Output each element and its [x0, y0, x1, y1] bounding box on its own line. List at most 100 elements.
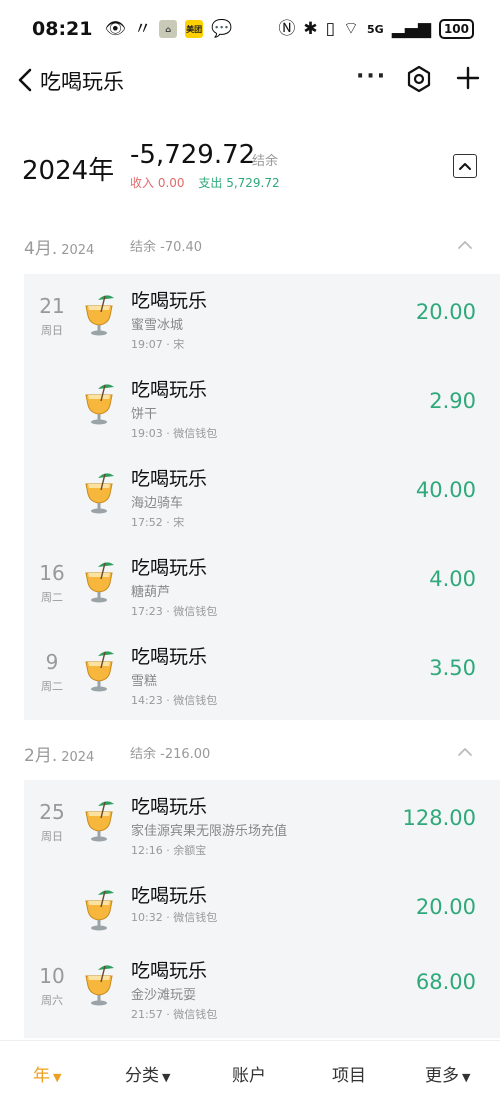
tab-year[interactable]: 年 ▼ — [33, 1061, 61, 1086]
tx-meta: 19:07 · 宋 — [131, 338, 185, 351]
tx-weekday: 周二 — [41, 591, 63, 604]
transaction-row[interactable]: 吃喝玩乐 海边骑车 17:52 · 宋 40.00 — [24, 464, 500, 552]
tx-amount: 2.90 — [429, 389, 476, 413]
income-total: 收入 0.00 — [130, 176, 185, 190]
tx-day: 16 — [39, 561, 65, 585]
expense-total: 支出 5,729.72 — [198, 176, 280, 190]
transaction-list-april: 21 周日 吃喝玩乐 蜜雪冰城 19:07 · 宋 20.00 吃喝玩乐 饼干 … — [24, 274, 500, 720]
year-balance: -5,729.72 — [130, 140, 256, 170]
transaction-row[interactable]: 21 周日 吃喝玩乐 蜜雪冰城 19:07 · 宋 20.00 — [24, 286, 500, 374]
tx-note: 蜜雪冰城 — [131, 318, 184, 333]
tx-meta: 14:23 · 微信钱包 — [131, 694, 218, 707]
bluetooth-icon: ✱ — [303, 18, 318, 39]
year-label: 2024年 — [22, 156, 115, 186]
status-bar: 08:21 👁 〃 ⌂ 美团 💬 Ⓝ ✱ ▯ ⌔ 5G ▂▄▆ 100 — [0, 0, 500, 58]
tab-project[interactable]: 项目 — [332, 1061, 366, 1086]
tx-amount: 4.00 — [429, 567, 476, 591]
cocktail-icon — [85, 801, 114, 842]
tx-meta: 17:52 · 宋 — [131, 516, 185, 529]
tx-amount: 68.00 — [415, 970, 476, 994]
tx-category: 吃喝玩乐 — [131, 379, 208, 401]
tx-amount: 20.00 — [415, 300, 476, 324]
tx-meta: 12:16 · 余额宝 — [131, 844, 207, 857]
wechat-icon: 💬 — [211, 18, 233, 39]
tx-category: 吃喝玩乐 — [131, 290, 208, 312]
tx-amount: 3.50 — [429, 656, 476, 680]
caret-down-icon: ▼ — [162, 1071, 171, 1084]
tx-day: 9 — [45, 650, 59, 674]
status-notification-icons: 👁 〃 ⌂ 美团 💬 — [104, 20, 232, 38]
tx-amount: 128.00 — [402, 806, 476, 830]
tx-category: 吃喝玩乐 — [131, 960, 208, 982]
nfc-icon: Ⓝ — [278, 18, 296, 39]
cocktail-icon — [85, 473, 114, 514]
tx-day: 21 — [39, 294, 65, 318]
income-expense-line: 收入 0.00 支出 5,729.72 — [130, 174, 280, 191]
tx-day: 10 — [39, 964, 65, 988]
tx-category: 吃喝玩乐 — [131, 796, 208, 818]
month-header-april[interactable]: 4月. 2024 结余 -70.40 — [0, 228, 500, 262]
month-balance: 结余 -70.40 — [130, 240, 203, 255]
tx-meta: 17:23 · 微信钱包 — [131, 605, 218, 618]
tx-category: 吃喝玩乐 — [131, 468, 208, 490]
tx-weekday: 周六 — [41, 994, 63, 1007]
signal-icon: ▂▄▆ — [391, 18, 431, 39]
tx-note: 家佳源宾果无限游乐场充值 — [131, 824, 288, 839]
plus-icon — [456, 66, 480, 90]
month-balance: 结余 -216.00 — [130, 747, 211, 762]
cocktail-icon — [85, 965, 114, 1006]
tx-meta: 21:57 · 微信钱包 — [131, 1008, 218, 1021]
caret-down-icon: ▼ — [462, 1071, 471, 1084]
tx-meta: 10:32 · 微信钱包 — [131, 911, 218, 924]
settings-button[interactable] — [404, 64, 434, 94]
hexagon-settings-icon — [407, 65, 431, 93]
meituan-badge: 美团 — [185, 20, 204, 38]
tx-day: 25 — [39, 800, 65, 824]
tx-category: 吃喝玩乐 — [131, 646, 208, 668]
nav-bar: 吃喝玩乐 ··· — [0, 58, 500, 102]
tx-note: 糖葫芦 — [131, 585, 171, 600]
back-button[interactable] — [14, 66, 40, 94]
more-button[interactable]: ··· — [356, 64, 387, 89]
tx-amount: 20.00 — [415, 895, 476, 919]
tab-account[interactable]: 账户 — [232, 1061, 266, 1086]
eye-icon: 👁 — [104, 18, 127, 39]
transaction-row[interactable]: 9 周二 吃喝玩乐 雪糕 14:23 · 微信钱包 3.50 — [24, 642, 500, 730]
add-button[interactable] — [453, 63, 483, 93]
tx-weekday: 周二 — [41, 680, 63, 693]
month-label: 4月. 2024 — [24, 239, 95, 259]
cocktail-icon — [85, 890, 114, 931]
tab-category[interactable]: 分类 ▼ — [125, 1061, 170, 1086]
chevron-left-icon — [18, 68, 32, 92]
app-badge-icon: ⌂ — [159, 20, 178, 38]
transaction-row[interactable]: 16 周二 吃喝玩乐 糖葫芦 17:23 · 微信钱包 4.00 — [24, 553, 500, 641]
bottom-tab-bar: 年 ▼ 分类 ▼ 账户 项目 更多 ▼ — [0, 1040, 500, 1103]
month-label: 2月. 2024 — [24, 746, 95, 766]
cocktail-icon — [85, 562, 114, 603]
tx-note: 金沙滩玩耍 — [131, 988, 197, 1003]
collapse-year-button[interactable] — [453, 154, 477, 178]
year-balance-label: 结余 — [252, 154, 279, 169]
transaction-list-february: 25 周日 吃喝玩乐 家佳源宾果无限游乐场充值 12:16 · 余额宝 128.… — [24, 780, 500, 1038]
tx-note: 海边骑车 — [131, 496, 184, 511]
caret-down-icon: ▼ — [53, 1071, 62, 1084]
wifi-icon: ⌔ — [343, 18, 360, 39]
month-header-february[interactable]: 2月. 2024 结余 -216.00 — [0, 735, 500, 769]
transaction-row[interactable]: 10 周六 吃喝玩乐 金沙滩玩耍 21:57 · 微信钱包 68.00 — [24, 956, 500, 1044]
transaction-row[interactable]: 25 周日 吃喝玩乐 家佳源宾果无限游乐场充值 12:16 · 余额宝 128.… — [24, 792, 500, 880]
status-right-icons: Ⓝ ✱ ▯ ⌔ 5G ▂▄▆ 100 — [278, 19, 474, 39]
network-type: 5G — [367, 22, 384, 36]
chevron-up-icon[interactable] — [456, 236, 474, 254]
app-logo-icon: 〃 — [134, 18, 152, 39]
tx-amount: 40.00 — [415, 478, 476, 502]
chevron-up-icon[interactable] — [456, 743, 474, 761]
transaction-row[interactable]: 吃喝玩乐 饼干 19:03 · 微信钱包 2.90 — [24, 375, 500, 463]
cocktail-icon — [85, 384, 114, 425]
tx-meta: 19:03 · 微信钱包 — [131, 427, 218, 440]
tx-category: 吃喝玩乐 — [131, 885, 208, 907]
battery-level: 100 — [438, 19, 474, 39]
page-title: 吃喝玩乐 — [40, 70, 124, 94]
tab-more[interactable]: 更多 ▼ — [425, 1061, 470, 1086]
cocktail-icon — [85, 651, 114, 692]
chevron-up-icon — [459, 163, 471, 170]
